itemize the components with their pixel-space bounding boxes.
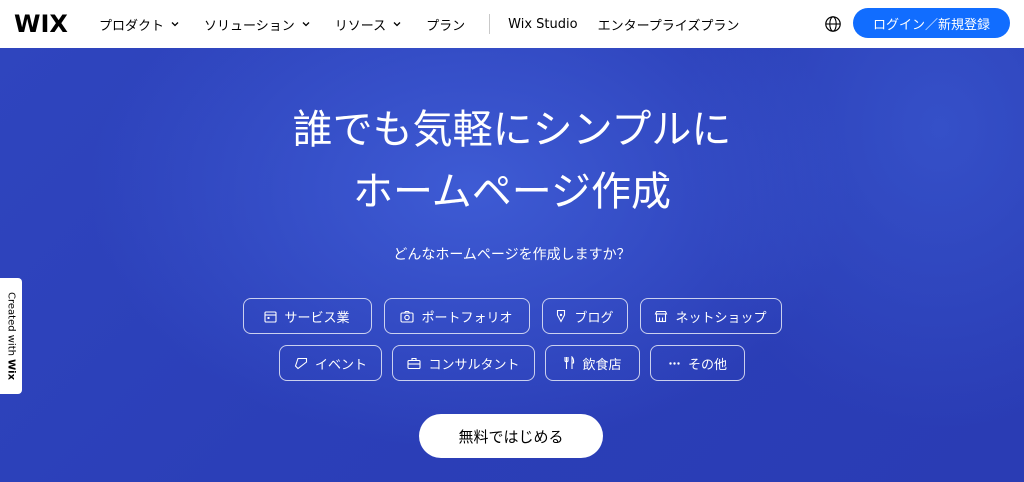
chip-label: ポートフォリオ bbox=[421, 310, 513, 326]
nav-item-label: プロダクト bbox=[99, 18, 165, 34]
top-navigation-bar: WIX プロダクト ソリューション リソース プラン Wix Studio エン… bbox=[0, 0, 1024, 48]
chip-consultant[interactable]: コンサルタント bbox=[392, 345, 535, 381]
start-free-button[interactable]: 無料ではじめる bbox=[419, 414, 603, 458]
nav-item-label: エンタープライズプラン bbox=[597, 18, 740, 34]
headline-line-2: ホームページ作成 bbox=[353, 169, 671, 215]
chip-label: サービス業 bbox=[284, 310, 350, 326]
chip-label: 飲食店 bbox=[582, 357, 622, 373]
nav-item-enterprise[interactable]: エンタープライズプラン bbox=[598, 0, 740, 48]
chevron-down-icon bbox=[302, 22, 310, 27]
chip-label: コンサルタント bbox=[428, 357, 520, 373]
camera-icon bbox=[400, 310, 415, 323]
nav-divider bbox=[489, 14, 491, 34]
nav-item-label: リソース bbox=[334, 18, 387, 34]
pen-icon bbox=[557, 309, 566, 323]
more-icon bbox=[669, 361, 680, 365]
main-nav: プロダクト ソリューション リソース プラン Wix Studio エンタープラ… bbox=[99, 0, 739, 48]
nav-item-label: Wix Studio bbox=[508, 16, 578, 32]
hero-subheading: どんなホームページを作成しますか？ bbox=[393, 247, 631, 263]
chip-label: その他 bbox=[687, 357, 727, 373]
briefcase-icon bbox=[407, 357, 422, 369]
nav-item-solutions[interactable]: ソリューション bbox=[204, 0, 311, 48]
chip-restaurant[interactable]: 飲食店 bbox=[545, 345, 640, 381]
side-tab-text: Created with bbox=[5, 291, 17, 360]
category-chips-row-1: サービス業 ポートフォリオ ブログ ネットショップ bbox=[0, 298, 1024, 334]
chip-label: ネットショップ bbox=[675, 310, 767, 326]
chip-event[interactable]: イベント bbox=[279, 345, 382, 381]
category-chips-row-2: イベント コンサルタント 飲食店 その他 bbox=[0, 345, 1024, 381]
nav-item-product[interactable]: プロダクト bbox=[99, 0, 180, 48]
nav-item-label: プラン bbox=[426, 18, 466, 34]
nav-item-wix-studio[interactable]: Wix Studio bbox=[508, 0, 577, 48]
chevron-down-icon bbox=[393, 22, 401, 27]
nav-item-plans[interactable]: プラン bbox=[426, 0, 465, 48]
calendar-icon bbox=[264, 310, 278, 323]
cutlery-icon bbox=[564, 356, 575, 369]
ticket-icon bbox=[294, 357, 308, 369]
wix-logo[interactable]: WIX bbox=[14, 10, 68, 38]
login-signup-button[interactable]: ログイン／新規登録 bbox=[853, 8, 1010, 38]
chevron-down-icon bbox=[171, 22, 179, 27]
chip-other[interactable]: その他 bbox=[650, 345, 745, 381]
store-icon bbox=[655, 310, 668, 322]
chip-service[interactable]: サービス業 bbox=[242, 298, 372, 334]
chip-online-shop[interactable]: ネットショップ bbox=[639, 298, 782, 334]
chip-label: ブログ bbox=[574, 310, 614, 326]
chip-label: イベント bbox=[314, 357, 367, 373]
globe-icon[interactable] bbox=[824, 15, 842, 33]
chip-blog[interactable]: ブログ bbox=[541, 298, 628, 334]
side-tab-brand: Wix bbox=[5, 359, 17, 381]
nav-item-label: ソリューション bbox=[204, 18, 295, 34]
created-with-wix-tab[interactable]: Created with Wix bbox=[0, 278, 22, 394]
hero-section: 誰でも気軽にシンプルに ホームページ作成 どんなホームページを作成しますか？ サ… bbox=[0, 48, 1024, 482]
headline-line-1: 誰でも気軽にシンプルに bbox=[292, 107, 732, 153]
hero-headline: 誰でも気軽にシンプルに ホームページ作成 bbox=[0, 99, 1024, 223]
chip-portfolio[interactable]: ポートフォリオ bbox=[383, 298, 530, 334]
nav-item-resources[interactable]: リソース bbox=[335, 0, 402, 48]
